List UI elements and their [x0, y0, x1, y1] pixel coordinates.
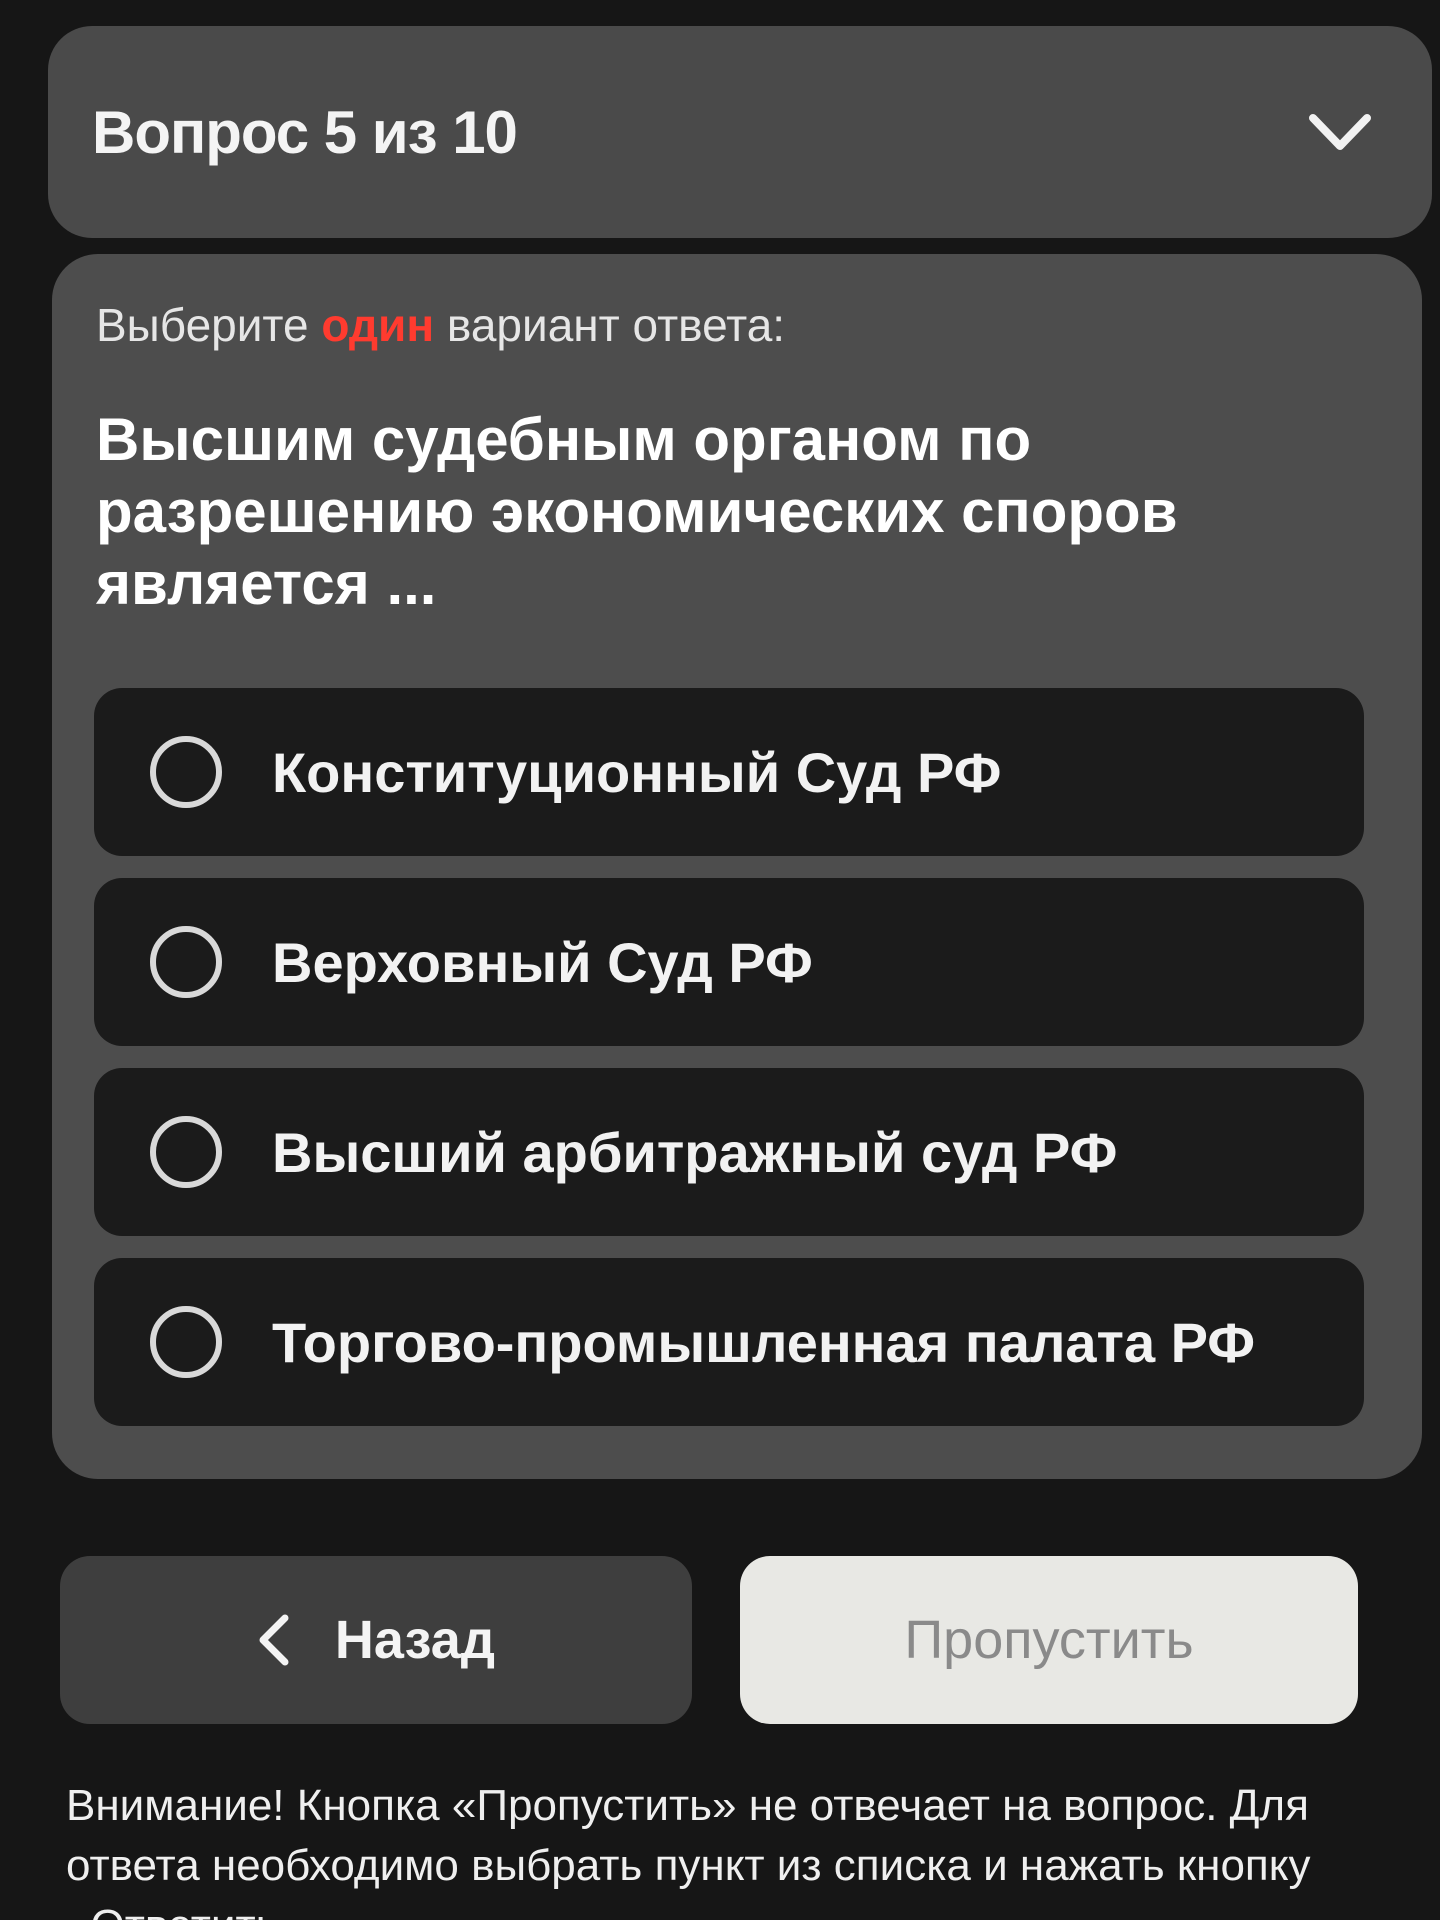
radio-button[interactable]	[150, 736, 222, 808]
radio-button[interactable]	[150, 1116, 222, 1188]
skip-button-label: Пропустить	[904, 1610, 1194, 1670]
question-text: Высшим судебным органом по разрешению эк…	[96, 406, 1178, 617]
answer-option-label: Конституционный Суд РФ	[272, 740, 1002, 804]
answer-option[interactable]: Конституционный Суд РФ	[94, 688, 1364, 856]
question-counter-dropdown[interactable]: Вопрос 5 из 10	[48, 26, 1432, 238]
back-button[interactable]: Назад	[60, 1556, 692, 1724]
question-counter: Вопрос 5 из 10	[92, 98, 518, 166]
instruction-suffix: вариант ответа:	[434, 299, 786, 351]
chevron-down-icon[interactable]	[1304, 96, 1376, 168]
instruction-accent: один	[321, 299, 435, 351]
quiz-screen: Вопрос 5 из 10 Выберите один вариант отв…	[0, 0, 1440, 1920]
answer-option-label: Высший арбитражный суд РФ	[272, 1120, 1118, 1184]
instruction-prefix: Выберите	[96, 299, 322, 351]
skip-button[interactable]: Пропустить	[740, 1556, 1358, 1724]
instruction-text: Выберите один вариант ответа:	[96, 298, 785, 352]
answer-option[interactable]: Высший арбитражный суд РФ	[94, 1068, 1364, 1236]
radio-button[interactable]	[150, 1306, 222, 1378]
question-card: Выберите один вариант ответа: Высшим суд…	[52, 254, 1422, 1479]
answer-option-label: Торгово-промышленная палата РФ	[272, 1310, 1256, 1374]
chevron-left-icon	[257, 1612, 291, 1668]
skip-notice: Внимание! Кнопка «Пропустить» не отвечае…	[66, 1781, 1311, 1920]
answer-option-label: Верховный Суд РФ	[272, 930, 813, 994]
answer-option[interactable]: Верховный Суд РФ	[94, 878, 1364, 1046]
back-button-label: Назад	[334, 1610, 496, 1670]
answer-options: Конституционный Суд РФ Верховный Суд РФ …	[94, 688, 1364, 1448]
radio-button[interactable]	[150, 926, 222, 998]
answer-option[interactable]: Торгово-промышленная палата РФ	[94, 1258, 1364, 1426]
